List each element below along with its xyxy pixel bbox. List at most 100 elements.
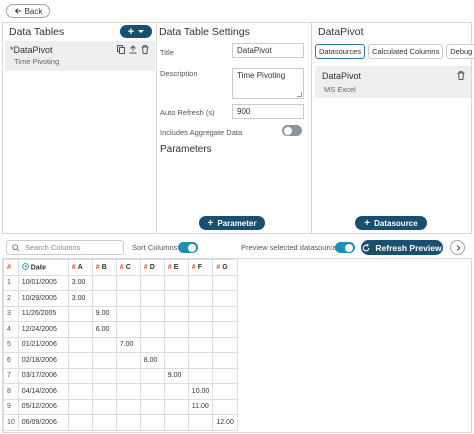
table-cell — [91, 290, 117, 307]
trash-icon[interactable] — [141, 45, 149, 54]
table-cell — [163, 336, 189, 353]
table-cell — [67, 305, 93, 322]
table-cell: 11.00 — [187, 398, 214, 415]
table-row: 3 11/26/2005 9.00 — [3, 305, 238, 322]
table-cell — [139, 414, 165, 431]
parameters-title: Parameters — [160, 144, 212, 155]
column-header-b[interactable]: # B — [91, 259, 117, 276]
table-cell: 02/18/2006 — [17, 352, 69, 369]
table-cell: 6.00 — [91, 321, 117, 338]
table-row: 8 04/14/2006 10.00 — [3, 383, 238, 400]
table-cell: 10/29/2005 — [17, 290, 69, 307]
table-row: 5 01/21/2006 7.00 — [3, 336, 238, 353]
tab-calculated-columns[interactable]: Calculated Columns — [368, 44, 444, 59]
expand-button[interactable] — [450, 240, 465, 255]
aggregate-toggle[interactable] — [282, 125, 302, 136]
refresh-preview-button[interactable]: Refresh Preview — [361, 240, 443, 255]
trash-icon[interactable] — [457, 71, 465, 80]
add-data-table-button[interactable]: + — [120, 25, 152, 38]
column-header-e[interactable]: # E — [163, 259, 189, 276]
tab-debug[interactable]: Debug — [446, 44, 474, 59]
table-cell — [115, 367, 141, 384]
column-header-date[interactable]: Date — [17, 259, 69, 276]
column-header-g[interactable]: # G — [212, 259, 238, 276]
datasource-name: DataPivot — [322, 71, 362, 81]
table-row: 4 12/24/2005 6.00 — [3, 321, 238, 338]
auto-refresh-input[interactable]: 900 — [232, 104, 304, 119]
search-columns-input[interactable]: Search Columns — [6, 240, 124, 255]
duplicate-icon[interactable] — [117, 45, 125, 54]
table-cell — [187, 274, 214, 291]
column-header-f[interactable]: # F — [187, 259, 214, 276]
title-input[interactable]: DataPivot — [232, 43, 304, 58]
numeric-column-icon: # — [167, 263, 172, 271]
table-cell — [163, 305, 189, 322]
row-number-cell: 7 — [3, 367, 19, 384]
preview-selected-toggle[interactable] — [335, 242, 355, 253]
table-cell — [212, 398, 238, 415]
description-textarea[interactable]: Time Pivoting — [232, 68, 304, 99]
table-cell — [139, 398, 165, 415]
refresh-preview-label: Refresh Preview — [375, 242, 442, 253]
data-table-settings-panel: Data Table Settings Title DataPivot Desc… — [157, 23, 312, 233]
table-cell — [212, 336, 238, 353]
description-label: Description — [160, 69, 198, 78]
row-number-cell: 10 — [3, 414, 19, 431]
data-table-item[interactable]: *DataPivot Time Pivoting — [5, 41, 155, 71]
column-header-label: Date — [30, 264, 46, 272]
column-header-a[interactable]: # A — [67, 259, 93, 276]
table-cell — [139, 290, 165, 307]
table-cell: 06/09/2006 — [17, 414, 69, 431]
table-cell — [67, 321, 93, 338]
tab-datasources[interactable]: Datasources — [315, 44, 366, 59]
column-header-label: F — [197, 263, 202, 271]
table-cell — [187, 367, 214, 384]
add-datasource-button[interactable]: + Datasource — [355, 216, 427, 230]
refresh-icon — [363, 243, 370, 251]
datasource-item[interactable]: DataPivot MS Excel — [315, 66, 471, 98]
data-tables-panel: Data Tables + *DataPivot Time Pivoting — [3, 23, 157, 233]
auto-refresh-label: Auto Refresh (s) — [160, 108, 215, 117]
sort-columns-toggle[interactable] — [178, 242, 198, 253]
back-button[interactable]: Back — [6, 4, 50, 18]
row-number-cell: 1 — [3, 274, 19, 291]
resize-handle-icon[interactable] — [297, 92, 302, 97]
back-label: Back — [24, 6, 43, 16]
toggle-knob — [188, 243, 196, 252]
row-number-cell: 6 — [3, 352, 19, 369]
preview-toolbar: Search Columns Sort Columns Preview sele… — [2, 239, 472, 257]
column-header-c[interactable]: # C — [115, 259, 141, 276]
toggle-knob — [284, 126, 292, 135]
datasource-subtitle: MS Excel — [324, 85, 356, 94]
table-cell — [91, 367, 117, 384]
preview-grid: # Date # A # B # C # D # E # F # G 1 10/01/2005 3… — [2, 258, 472, 433]
table-cell: 04/14/2006 — [17, 383, 69, 400]
numeric-column-icon: # — [191, 263, 196, 271]
table-cell — [163, 290, 189, 307]
add-parameter-button[interactable]: + Parameter — [199, 216, 265, 230]
upload-icon[interactable] — [129, 45, 137, 54]
table-cell — [67, 414, 93, 431]
caret-down-icon — [138, 30, 145, 33]
column-header-d[interactable]: # D — [139, 259, 165, 276]
table-cell — [212, 305, 238, 322]
numeric-column-icon: # — [216, 263, 221, 271]
numeric-column-icon: # — [119, 263, 124, 271]
table-cell — [212, 290, 238, 307]
plus-icon: + — [207, 217, 214, 229]
table-cell — [115, 321, 141, 338]
table-cell: 10/01/2005 — [17, 274, 69, 291]
table-cell — [67, 367, 93, 384]
column-header-label: D — [149, 263, 155, 271]
toggle-knob — [345, 243, 353, 252]
table-cell — [212, 321, 238, 338]
table-cell — [91, 336, 117, 353]
table-cell — [67, 383, 93, 400]
table-cell — [91, 352, 117, 369]
title-label: Title — [160, 48, 174, 57]
table-cell — [187, 352, 214, 369]
datapivot-panel: DataPivot Datasources Calculated Columns… — [312, 23, 474, 233]
column-header-label: E — [173, 263, 179, 271]
table-cell: 12.00 — [212, 414, 238, 431]
add-parameter-label: Parameter — [217, 218, 257, 228]
